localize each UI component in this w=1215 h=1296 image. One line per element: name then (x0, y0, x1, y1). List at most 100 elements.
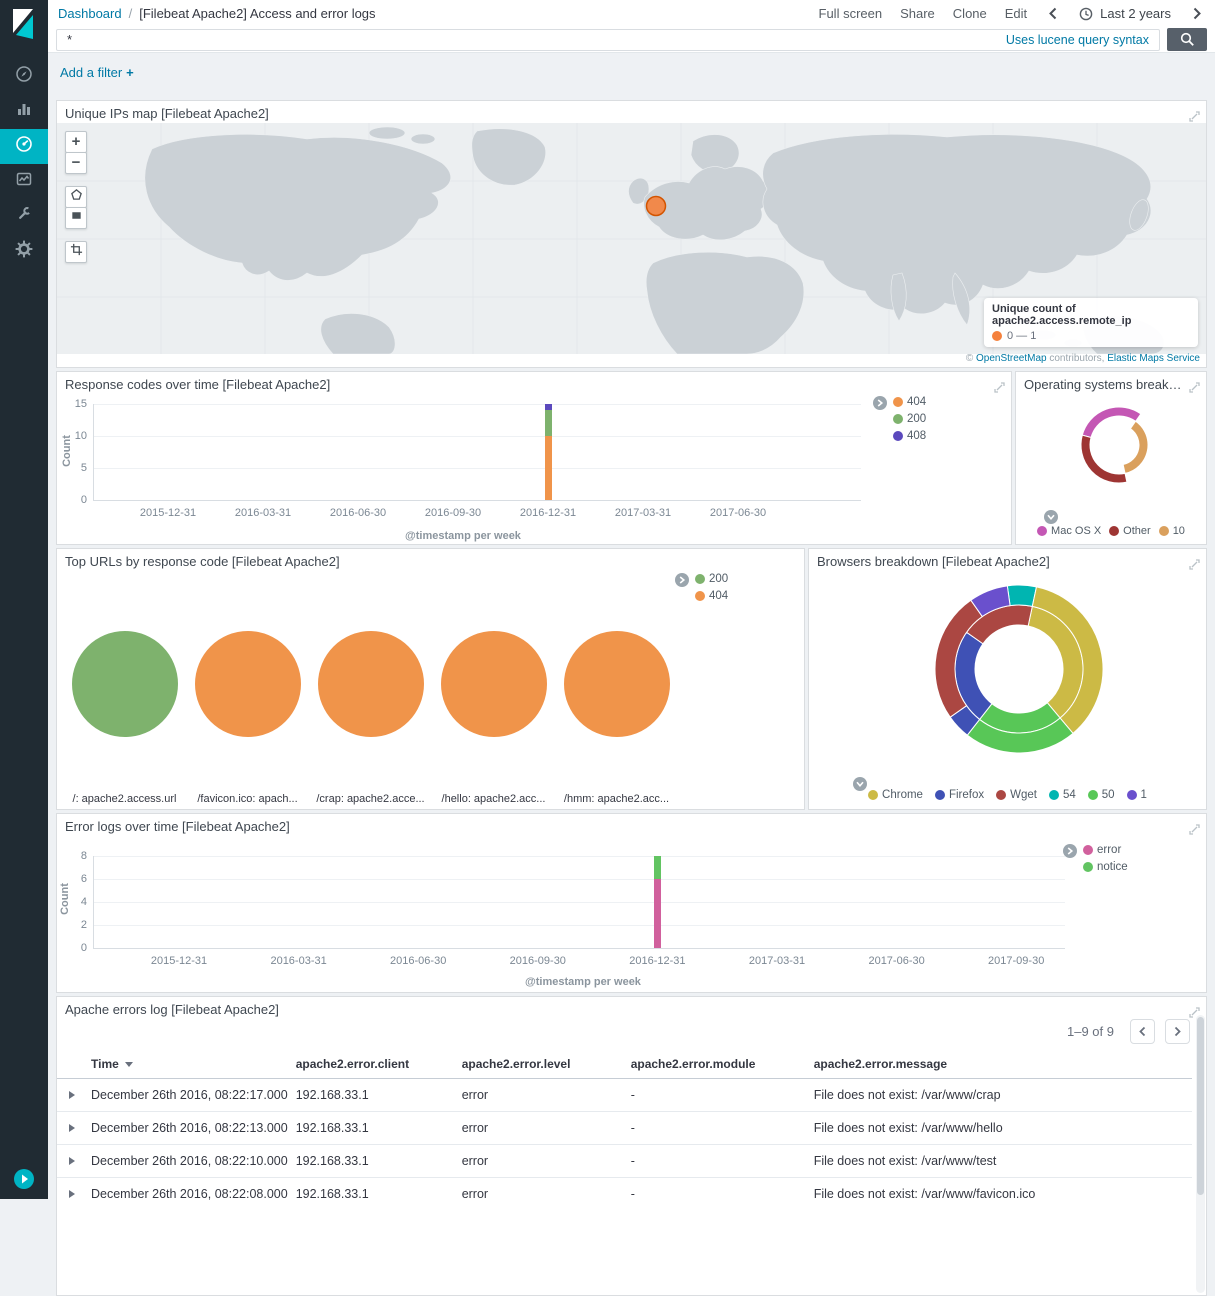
gridline (94, 879, 1065, 880)
legend-item-1[interactable]: 1 (1127, 789, 1147, 801)
map-legend: Unique count of apache2.access.remote_ip… (984, 298, 1198, 347)
edit-button[interactable]: Edit (1005, 6, 1027, 21)
query-input[interactable] (57, 30, 1159, 50)
map-marker[interactable] (647, 197, 666, 216)
lucene-syntax-link[interactable]: Uses lucene query syntax (1006, 33, 1149, 47)
time-forward-button[interactable] (1189, 5, 1205, 22)
expand-row-icon[interactable] (69, 1157, 75, 1165)
table-row: December 26th 2016, 08:22:17.000 192.168… (57, 1079, 1192, 1112)
legend-item-200[interactable]: 200 (893, 413, 926, 425)
next-page-button[interactable] (1165, 1019, 1190, 1044)
legend-item-54[interactable]: 54 (1049, 789, 1076, 801)
breadcrumb-dashboard-link[interactable]: Dashboard (58, 6, 122, 21)
expand-panel-icon[interactable] (994, 380, 1005, 398)
url-pie-column: /hello: apache2.acc... (432, 631, 555, 805)
legend-item-error[interactable]: error (1083, 844, 1128, 856)
x-axis-line (93, 948, 1065, 949)
x-tick-label: 2016-03-31 (254, 955, 344, 967)
legend-item-notice[interactable]: notice (1083, 861, 1128, 873)
legend-item-Firefox[interactable]: Firefox (935, 789, 984, 801)
sidebar-item-discover[interactable] (0, 59, 48, 94)
expand-panel-icon[interactable] (1189, 1005, 1200, 1023)
sidebar-item-dashboard[interactable] (0, 129, 48, 164)
legend-toggle[interactable] (675, 573, 689, 587)
x-tick-label: 2015-12-31 (123, 507, 213, 519)
sidebar-item-visualize[interactable] (0, 94, 48, 129)
expand-panel-icon[interactable] (1189, 109, 1200, 127)
cell-level: error (458, 1145, 627, 1178)
chevron-right-icon (1193, 7, 1201, 20)
donut-segment[interactable] (1007, 585, 1036, 606)
osm-link[interactable]: OpenStreetMap (976, 353, 1047, 364)
legend-item-404[interactable]: 404 (695, 590, 728, 602)
bar-segment-200[interactable] (545, 410, 552, 436)
os-donut-chart (1077, 403, 1161, 487)
pie-slice-404[interactable] (564, 631, 670, 737)
zoom-in-button[interactable]: + (65, 131, 87, 153)
legend-item-408[interactable]: 408 (893, 430, 926, 442)
legend-toggle[interactable] (1063, 844, 1077, 858)
donut-segment[interactable] (1081, 435, 1127, 483)
pie-slice-200[interactable] (72, 631, 178, 737)
column-header-message[interactable]: apache2.error.message (810, 1053, 1192, 1079)
column-header-client[interactable]: apache2.error.client (292, 1053, 458, 1079)
x-tick-label: 2017-06-30 (852, 955, 942, 967)
donut-segment[interactable] (1123, 421, 1148, 473)
elastic-maps-link[interactable]: Elastic Maps Service (1107, 353, 1200, 364)
bar-segment-error[interactable] (654, 879, 661, 948)
full-screen-button[interactable]: Full screen (819, 6, 883, 21)
legend-dot (996, 790, 1006, 800)
expand-row-icon[interactable] (69, 1124, 75, 1132)
legend-item-Chrome[interactable]: Chrome (868, 789, 923, 801)
expand-row-icon[interactable] (69, 1190, 75, 1198)
legend-toggle[interactable] (1044, 510, 1058, 524)
share-button[interactable]: Share (900, 6, 935, 21)
nav-collapse-button[interactable] (13, 1168, 35, 1190)
draw-rectangle-button[interactable] (65, 207, 87, 229)
legend-toggle[interactable] (873, 396, 887, 410)
page-title: [Filebeat Apache2] Access and error logs (139, 6, 375, 21)
column-header-time[interactable]: Time (87, 1053, 292, 1079)
pie-slice-404[interactable] (195, 631, 301, 737)
x-tick-label: 2016-03-31 (218, 507, 308, 519)
sidebar-item-dev-tools[interactable] (0, 199, 48, 234)
expand-panel-icon[interactable] (1189, 557, 1200, 575)
gridline (94, 925, 1065, 926)
expand-panel-icon[interactable] (1189, 380, 1200, 398)
global-nav-sidebar (0, 0, 48, 1199)
rectangle-icon (70, 209, 83, 222)
legend-item-200[interactable]: 200 (695, 573, 728, 585)
sidebar-item-timelion[interactable] (0, 164, 48, 199)
expand-panel-icon[interactable] (1189, 822, 1200, 840)
panel-title: Operating systems breakd... (1024, 377, 1182, 392)
column-header-level[interactable]: apache2.error.level (458, 1053, 627, 1079)
pie-slice-404[interactable] (318, 631, 424, 737)
cell-message: File does not exist: /var/www/hello (810, 1112, 1192, 1145)
scrollbar-thumb[interactable] (1197, 1017, 1204, 1195)
bar-segment-404[interactable] (545, 436, 552, 500)
time-picker[interactable]: Last 2 years (1079, 6, 1171, 21)
zoom-out-button[interactable]: − (65, 152, 87, 174)
prev-page-button[interactable] (1130, 1019, 1155, 1044)
crop-button[interactable] (65, 241, 87, 263)
legend-item-404[interactable]: 404 (893, 396, 926, 408)
bar-segment-notice[interactable] (654, 856, 661, 879)
bar-segment-408[interactable] (545, 404, 552, 410)
search-button[interactable] (1167, 28, 1207, 51)
kibana-logo[interactable] (0, 0, 48, 48)
legend-item-Mac OS X[interactable]: Mac OS X (1037, 525, 1101, 537)
add-filter-link[interactable]: Add a filter+ (60, 65, 134, 80)
column-header-module[interactable]: apache2.error.module (627, 1053, 810, 1079)
time-back-button[interactable] (1045, 5, 1061, 22)
donut-segment[interactable] (1082, 407, 1141, 437)
draw-polygon-button[interactable] (65, 186, 87, 208)
table-scrollbar[interactable] (1196, 1015, 1205, 1293)
clone-button[interactable]: Clone (953, 6, 987, 21)
pie-slice-404[interactable] (441, 631, 547, 737)
legend-item-50[interactable]: 50 (1088, 789, 1115, 801)
legend-item-Wget[interactable]: Wget (996, 789, 1037, 801)
legend-item-Other[interactable]: Other (1109, 525, 1151, 537)
sidebar-item-management[interactable] (0, 234, 48, 269)
legend-item-10[interactable]: 10 (1159, 525, 1185, 537)
expand-row-icon[interactable] (69, 1091, 75, 1099)
